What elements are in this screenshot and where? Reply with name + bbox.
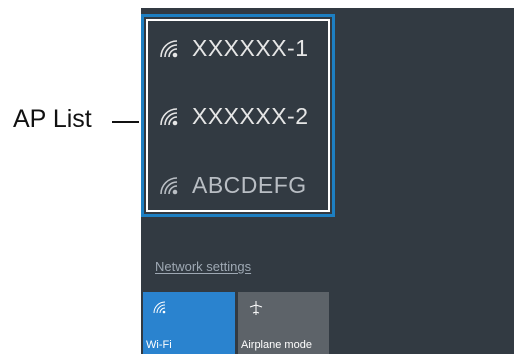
wifi-tile-label: Wi-Fi <box>146 339 172 351</box>
ap-item-2[interactable]: XXXXXX-2 <box>158 103 309 130</box>
wifi-icon <box>153 301 166 314</box>
ap-list: XXXXXX-1 XXXXXX-2 ABCDEFG <box>141 14 335 217</box>
airplane-tile-label: Airplane mode <box>241 339 312 351</box>
ap-ssid: XXXXXX-2 <box>192 103 309 129</box>
ap-list-callout-label: AP List <box>13 105 92 133</box>
wifi-signal-icon <box>160 176 178 194</box>
ap-ssid: ABCDEFG <box>192 172 307 198</box>
ap-item-1[interactable]: XXXXXX-1 <box>158 35 309 62</box>
ap-item-3[interactable]: ABCDEFG <box>158 172 307 199</box>
wifi-signal-icon <box>160 107 178 125</box>
callout-line <box>112 121 139 123</box>
airplane-icon <box>249 301 263 315</box>
network-settings-link[interactable]: Network settings <box>155 259 251 274</box>
airplane-mode-tile[interactable]: Airplane mode <box>238 292 329 354</box>
wifi-toggle-tile[interactable]: Wi-Fi <box>143 292 235 354</box>
wifi-signal-icon <box>160 39 178 57</box>
ap-ssid: XXXXXX-1 <box>192 35 309 61</box>
